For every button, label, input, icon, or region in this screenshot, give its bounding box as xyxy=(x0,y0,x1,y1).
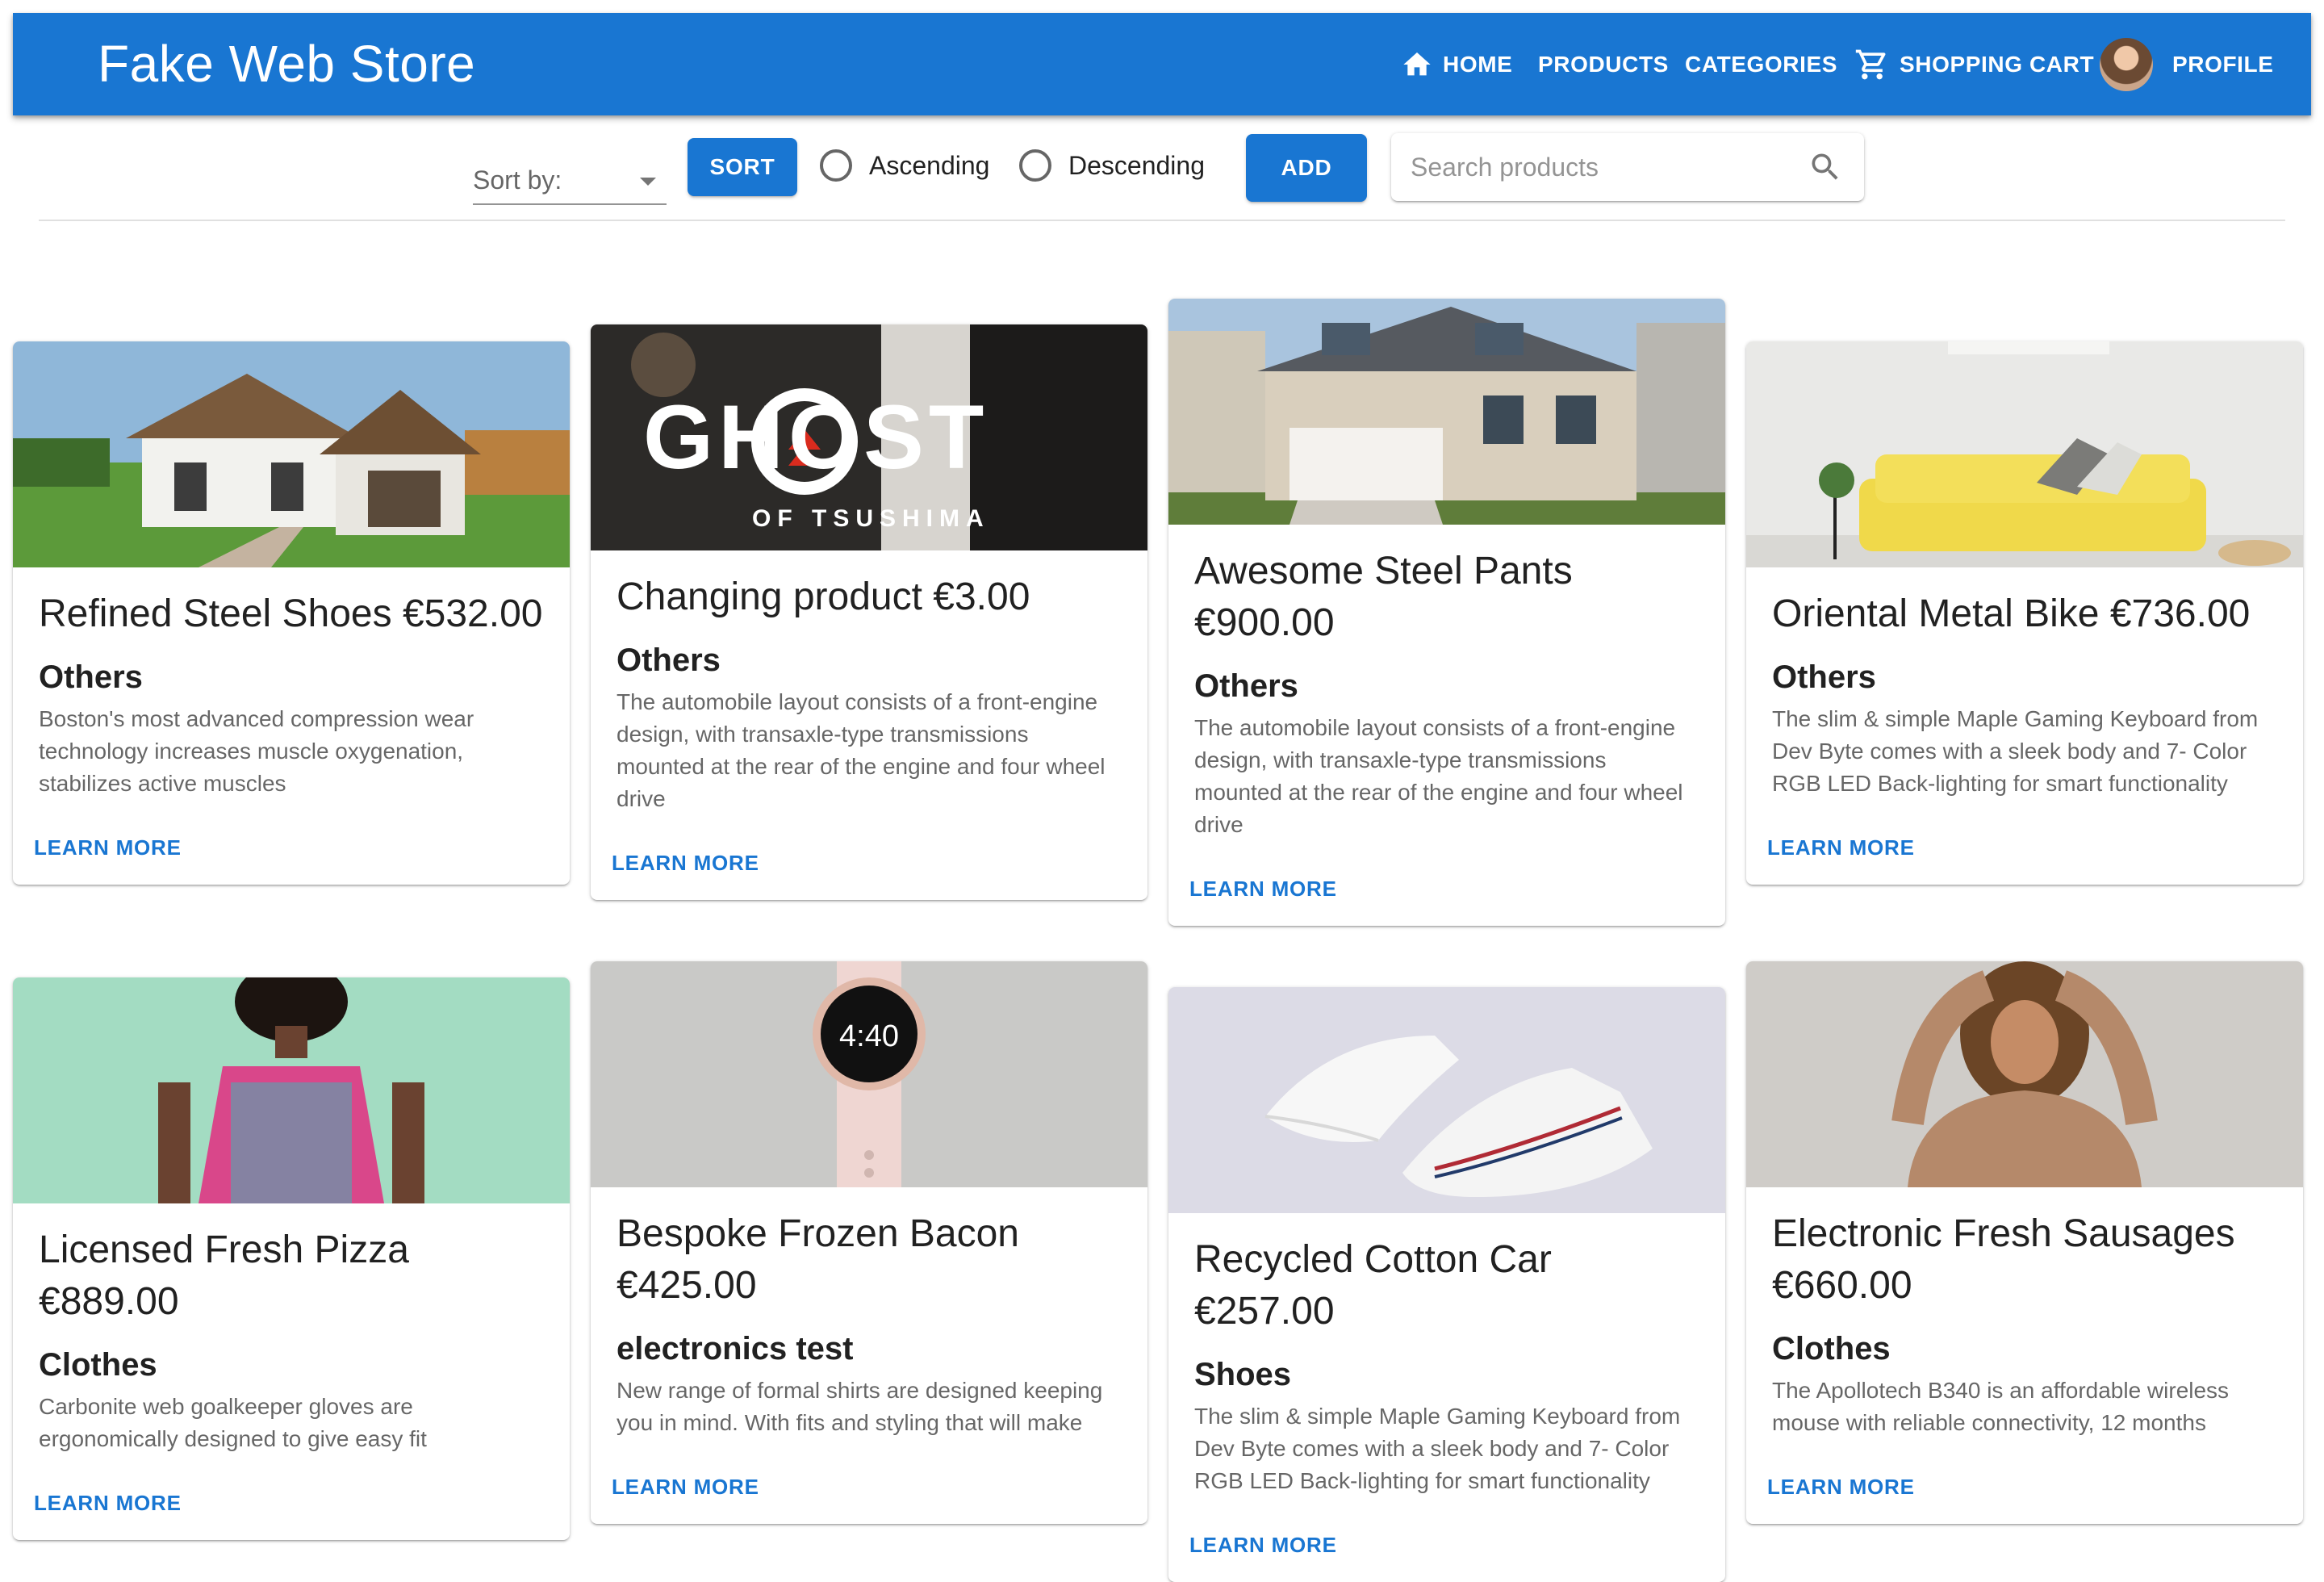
learn-more-button[interactable]: LEARN MORE xyxy=(1767,1475,1915,1500)
learn-more-button[interactable]: LEARN MORE xyxy=(612,851,759,876)
product-category: Others xyxy=(1772,659,1876,695)
learn-more-button[interactable]: LEARN MORE xyxy=(34,1491,182,1516)
nav-shopping-cart-label: SHOPPING CART xyxy=(1900,51,2095,77)
product-description: The Apollotech B340 is an affordable wir… xyxy=(1772,1378,2230,1435)
ghost-subtitle-text: OF TSUSHIMA xyxy=(752,505,990,532)
ascending-label[interactable]: Ascending xyxy=(869,149,989,182)
product-title: Licensed Fresh Pizza €889.00 xyxy=(39,1228,409,1323)
learn-more-button[interactable]: LEARN MORE xyxy=(34,835,182,860)
learn-more-button[interactable]: LEARN MORE xyxy=(612,1475,759,1500)
avatar xyxy=(2100,37,2153,91)
product-category: Shoes xyxy=(1194,1357,1292,1392)
product-category: Others xyxy=(1194,668,1298,704)
product-card: Oriental Metal Bike €736.00 Others The s… xyxy=(1746,341,2303,885)
product-image-smartwatch[interactable]: 4:40 xyxy=(591,961,1147,1187)
product-image-house[interactable] xyxy=(13,341,570,567)
shopping-cart-icon xyxy=(1855,49,1886,79)
toolbar-divider xyxy=(39,220,2285,221)
toolbar: Sort by: SORT Ascending Descending ADD S… xyxy=(0,115,2324,220)
learn-more-button[interactable]: LEARN MORE xyxy=(1189,1533,1337,1558)
nav-profile-label: PROFILE xyxy=(2172,51,2274,77)
product-description: The slim & simple Maple Gaming Keyboard … xyxy=(1772,706,2259,796)
descending-label[interactable]: Descending xyxy=(1068,149,1205,182)
home-icon xyxy=(1403,52,1431,75)
nav-home[interactable]: HOME xyxy=(1401,13,1512,115)
product-image-woman-dress[interactable] xyxy=(13,977,570,1203)
search-input[interactable]: Search products xyxy=(1411,133,1599,201)
product-image-ghost-of-tsushima[interactable]: GHOST OF TSUSHIMA xyxy=(591,324,1147,550)
nav-home-label: HOME xyxy=(1443,51,1513,77)
ascending-radio[interactable] xyxy=(820,149,852,182)
product-description: Carbonite web goalkeeper gloves are ergo… xyxy=(39,1394,427,1451)
product-title: Electronic Fresh Sausages €660.00 xyxy=(1772,1212,2235,1307)
product-title: Changing product €3.00 xyxy=(617,575,1030,618)
product-title: Bespoke Frozen Bacon €425.00 xyxy=(617,1212,1019,1307)
learn-more-button[interactable]: LEARN MORE xyxy=(1767,835,1915,860)
ghost-title-text: GHOST xyxy=(643,387,989,488)
product-title: Oriental Metal Bike €736.00 xyxy=(1772,592,2251,635)
search-box[interactable]: Search products xyxy=(1391,133,1864,201)
sort-button[interactable]: SORT xyxy=(688,138,797,196)
product-title: Recycled Cotton Car €257.00 xyxy=(1194,1238,1552,1333)
descending-radio[interactable] xyxy=(1019,149,1051,182)
add-button[interactable]: ADD xyxy=(1246,134,1367,202)
product-description: The automobile layout consists of a fron… xyxy=(617,689,1106,811)
product-image-yellow-sofa[interactable] xyxy=(1746,341,2303,567)
nav-products[interactable]: PRODUCTS xyxy=(1538,13,1669,115)
brand-title[interactable]: Fake Web Store xyxy=(98,13,475,115)
sort-select-underline xyxy=(473,203,667,205)
app-bar: Fake Web Store HOME PRODUCTS CATEGORIES … xyxy=(13,13,2311,115)
product-image-woman-sweater[interactable] xyxy=(1746,961,2303,1187)
nav-categories-label: CATEGORIES xyxy=(1685,51,1838,77)
product-description: The automobile layout consists of a fron… xyxy=(1194,715,1683,837)
sort-select-label: Sort by: xyxy=(473,165,562,195)
product-description: New range of formal shirts are designed … xyxy=(617,1378,1103,1435)
product-card: Electronic Fresh Sausages €660.00 Clothe… xyxy=(1746,961,2303,1524)
product-title: Awesome Steel Pants €900.00 xyxy=(1194,550,1573,644)
nav-products-label: PRODUCTS xyxy=(1538,51,1669,77)
product-category: Clothes xyxy=(39,1347,157,1383)
product-card: Refined Steel Shoes €532.00 Others Bosto… xyxy=(13,341,570,885)
product-card: Awesome Steel Pants €900.00 Others The a… xyxy=(1168,299,1725,926)
learn-more-button[interactable]: LEARN MORE xyxy=(1189,877,1337,902)
nav-shopping-cart[interactable]: SHOPPING CART xyxy=(1854,13,2094,115)
chevron-down-icon xyxy=(640,178,656,186)
product-image-sneakers[interactable] xyxy=(1168,987,1725,1213)
product-card: GHOST OF TSUSHIMA Changing product €3.00… xyxy=(591,324,1147,900)
search-icon[interactable] xyxy=(1808,149,1843,185)
product-description: The slim & simple Maple Gaming Keyboard … xyxy=(1194,1404,1681,1493)
product-card: Licensed Fresh Pizza €889.00 Clothes Car… xyxy=(13,977,570,1540)
product-category: Others xyxy=(39,659,143,695)
product-card: Recycled Cotton Car €257.00 Shoes The sl… xyxy=(1168,987,1725,1582)
product-category: electronics test xyxy=(617,1331,854,1366)
product-image-suburban-house[interactable] xyxy=(1168,299,1725,525)
product-title: Refined Steel Shoes €532.00 xyxy=(39,592,543,635)
product-description: Boston's most advanced compression wear … xyxy=(39,706,474,796)
product-category: Others xyxy=(617,642,721,678)
product-category: Clothes xyxy=(1772,1331,1891,1366)
nav-categories[interactable]: CATEGORIES xyxy=(1685,13,1837,115)
watch-time-text: 4:40 xyxy=(839,1019,899,1053)
product-card: 4:40 Bespoke Frozen Bacon €425.00 electr… xyxy=(591,961,1147,1524)
nav-profile[interactable]: PROFILE xyxy=(2100,13,2274,115)
